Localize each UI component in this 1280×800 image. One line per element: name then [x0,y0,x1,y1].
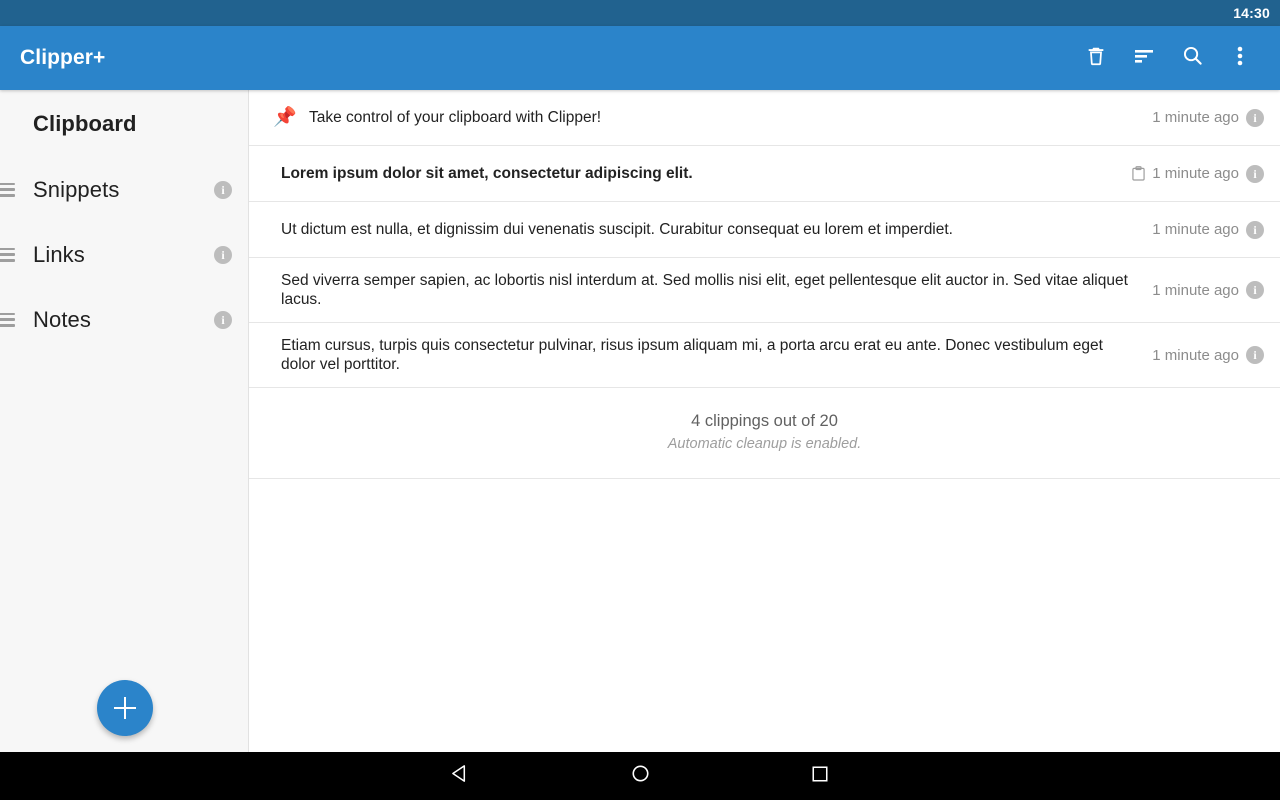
table-row[interactable]: Ut dictum est nulla, et dignissim dui ve… [249,202,1280,258]
back-triangle-icon [451,764,470,788]
add-clipping-fab[interactable] [97,680,153,736]
clipping-timestamp: 1 minute ago [1152,346,1239,364]
clipboard-icon [1132,166,1145,181]
pin-icon: 📌 [273,107,297,128]
sidebar-item-label: Clipboard [33,110,137,136]
search-icon [1181,44,1204,72]
sidebar-item-label: Snippets [33,176,120,202]
app-root: 14:30 Clipper+ Clipboard Snippets i Link… [0,0,1280,800]
home-button[interactable] [610,752,670,800]
clipping-meta: 1 minute ago i [1152,281,1264,299]
info-icon[interactable]: i [1246,108,1264,127]
table-row[interactable]: Lorem ipsum dolor sit amet, consectetur … [249,146,1280,202]
clipping-timestamp: 1 minute ago [1152,165,1239,182]
app-bar-actions [1072,34,1264,82]
info-icon[interactable]: i [1246,281,1264,299]
recents-button[interactable] [790,752,850,800]
app-title: Clipper+ [20,46,106,69]
sidebar: Clipboard Snippets i Links i Notes i [0,90,249,752]
sidebar-item-label: Links [33,241,85,267]
drag-handle-icon[interactable] [0,182,15,197]
android-status-bar: 14:30 [0,0,1280,26]
status-bar-clock: 14:30 [1233,5,1270,21]
clipping-text: Sed viverra semper sapien, ac lobortis n… [281,272,1128,308]
plus-icon [114,697,136,719]
clipping-timestamp: 1 minute ago [1152,109,1239,126]
info-icon[interactable]: i [1246,164,1264,183]
sort-button[interactable] [1120,34,1168,82]
recents-square-icon [811,765,829,788]
overflow-menu-button[interactable] [1216,34,1264,82]
back-button[interactable] [430,752,490,800]
delete-button[interactable] [1072,34,1120,82]
drag-handle-icon[interactable] [0,247,15,262]
android-navigation-bar [0,752,1280,800]
delete-icon [1085,45,1107,72]
clipping-timestamp: 1 minute ago [1152,281,1239,299]
sidebar-item-snippets[interactable]: Snippets i [0,157,248,222]
search-button[interactable] [1168,34,1216,82]
sidebar-item-notes[interactable]: Notes i [0,287,248,352]
table-row[interactable]: Etiam cursus, turpis quis consectetur pu… [249,323,1280,388]
info-icon[interactable]: i [214,180,232,199]
app-bar: Clipper+ [0,26,1280,90]
clipping-list: 📌 Take control of your clipboard with Cl… [249,90,1280,752]
clipping-timestamp: 1 minute ago [1152,221,1239,238]
overflow-menu-icon [1237,44,1243,73]
info-icon[interactable]: i [214,310,232,329]
info-icon[interactable]: i [1246,346,1264,364]
clipping-text: Ut dictum est nulla, et dignissim dui ve… [281,221,953,238]
clipping-meta: 1 minute ago i [1152,108,1264,127]
info-icon[interactable]: i [1246,220,1264,239]
cleanup-note-text: Automatic cleanup is enabled. [667,436,862,452]
clipping-count-text: 4 clippings out of 20 [691,412,838,430]
list-footer: 4 clippings out of 20 Automatic cleanup … [249,388,1280,479]
sidebar-item-clipboard[interactable]: Clipboard [0,90,248,157]
home-circle-icon [631,764,650,788]
drag-handle-icon[interactable] [0,312,15,327]
clipping-meta: 1 minute ago i [1152,346,1264,364]
android-nav-keys [430,752,850,800]
sidebar-item-links[interactable]: Links i [0,222,248,287]
clipping-meta: 1 minute ago i [1132,164,1264,183]
clipping-text: Take control of your clipboard with Clip… [309,109,602,126]
clipping-text: Etiam cursus, turpis quis consectetur pu… [281,337,1103,373]
info-icon[interactable]: i [214,245,232,264]
table-row[interactable]: Sed viverra semper sapien, ac lobortis n… [249,258,1280,323]
sort-icon [1132,44,1156,73]
clipping-text: Lorem ipsum dolor sit amet, consectetur … [281,165,693,182]
table-row[interactable]: 📌 Take control of your clipboard with Cl… [249,90,1280,146]
sidebar-item-label: Notes [33,306,91,332]
clipping-meta: 1 minute ago i [1152,220,1264,239]
